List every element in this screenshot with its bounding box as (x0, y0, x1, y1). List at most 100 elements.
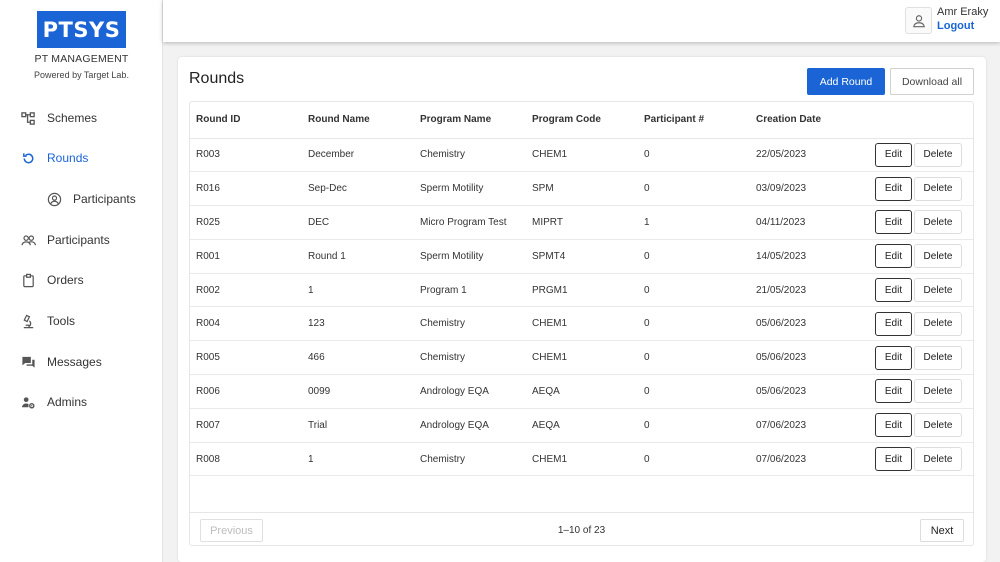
sidebar-item-admins[interactable]: Admins (0, 390, 163, 414)
table-cell: December (302, 138, 414, 173)
table-cell: 05/06/2023 (750, 340, 845, 376)
column-header[interactable]: Creation Date (750, 102, 845, 139)
table-row: R016 Sep-Dec Sperm Motility SPM 0 03/09/2023 E… (190, 171, 973, 207)
table-cell: 07/06/2023 (750, 408, 845, 443)
edit-button[interactable]: Edit (875, 311, 912, 336)
microscope-icon (21, 314, 36, 329)
edit-button[interactable]: Edit (875, 142, 912, 167)
table-cell: 0 (638, 273, 750, 308)
table-cell: R007 (190, 408, 302, 443)
chat-icon (21, 355, 36, 370)
delete-button[interactable]: Delete (914, 142, 962, 167)
sidebar-item-label: Rounds (47, 151, 89, 165)
table-cell: 14/05/2023 (750, 239, 845, 274)
group-icon (21, 233, 37, 248)
delete-button[interactable]: Delete (914, 379, 962, 404)
row-actions: Edit Delete (845, 205, 973, 240)
table-cell: Chemistry (414, 340, 526, 376)
edit-button[interactable]: Edit (875, 447, 912, 472)
sidebar-item-rounds[interactable]: Rounds (0, 146, 163, 170)
delete-button[interactable]: Delete (914, 278, 962, 303)
user-name: Amr Eraky (937, 6, 989, 18)
column-header[interactable]: Program Code (526, 102, 638, 139)
delete-button[interactable]: Delete (914, 413, 962, 438)
edit-button[interactable]: Edit (875, 244, 912, 269)
table-cell: 0 (638, 171, 750, 207)
edit-button[interactable]: Edit (875, 345, 912, 370)
table-cell: R003 (190, 138, 302, 173)
table-header-row: Round ID Round Name Program Name Program… (190, 102, 973, 139)
column-header[interactable]: Program Name (414, 102, 526, 139)
admin-gear-icon (21, 395, 36, 410)
sidebar-item-label: Messages (47, 355, 102, 369)
column-header[interactable]: Round ID (190, 102, 302, 139)
sidebar-item-label: Schemes (47, 111, 98, 125)
table-cell: SPMT4 (526, 239, 638, 274)
sidebar-item-schemes[interactable]: Schemes (0, 106, 163, 130)
rounds-table: Round ID Round Name Program Name Program… (190, 102, 973, 477)
rounds-table-container: Round ID Round Name Program Name Program… (189, 101, 974, 546)
table-cell: Sperm Motility (414, 239, 526, 274)
download-all-button[interactable]: Download all (890, 68, 974, 95)
table-cell: Micro Program Test (414, 205, 526, 240)
sidebar-item-label: Participants (47, 233, 110, 247)
table-cell: R016 (190, 171, 302, 207)
table-cell: SPM (526, 171, 638, 207)
table-cell: Sep-Dec (302, 171, 414, 207)
sidebar-item-participants[interactable]: Participants (0, 228, 163, 252)
row-actions: Edit Delete (845, 408, 973, 443)
edit-button[interactable]: Edit (875, 413, 912, 438)
table-cell: Program 1 (414, 273, 526, 308)
table-cell: 04/11/2023 (750, 205, 845, 240)
table-cell: R005 (190, 340, 302, 376)
table-cell: Sperm Motility (414, 171, 526, 207)
table-cell: 05/06/2023 (750, 306, 845, 342)
rounds-card: Rounds Add Round Download all Round ID R… (178, 57, 986, 562)
next-page-button[interactable]: Next (920, 519, 964, 542)
edit-button[interactable]: Edit (875, 278, 912, 303)
table-cell: 466 (302, 340, 414, 376)
edit-button[interactable]: Edit (875, 176, 912, 201)
column-header[interactable]: Round Name (302, 102, 414, 139)
delete-button[interactable]: Delete (914, 176, 962, 201)
user-avatar[interactable] (905, 7, 932, 34)
table-cell: 0 (638, 239, 750, 274)
sidebar-item-messages[interactable]: Messages (0, 350, 163, 374)
delete-button[interactable]: Delete (914, 447, 962, 472)
sidebar-item-orders[interactable]: Orders (0, 268, 163, 292)
delete-button[interactable]: Delete (914, 210, 962, 235)
delete-button[interactable]: Delete (914, 311, 962, 336)
table-cell: MIPRT (526, 205, 638, 240)
refresh-icon (21, 151, 36, 166)
add-round-button[interactable]: Add Round (807, 68, 885, 95)
table-cell: 0 (638, 138, 750, 173)
table-cell: AEQA (526, 408, 638, 443)
table-cell: 0099 (302, 374, 414, 409)
edit-button[interactable]: Edit (875, 379, 912, 404)
table-cell: AEQA (526, 374, 638, 409)
row-actions: Edit Delete (845, 340, 973, 376)
sidebar-item-participants-sub[interactable]: Participants (0, 187, 163, 211)
sidebar-item-tools[interactable]: Tools (0, 309, 163, 333)
column-header-actions (845, 102, 973, 139)
table-row: R006 0099 Andrology EQA AEQA 0 05/06/2023 Edit… (190, 374, 973, 409)
column-header[interactable]: Participant # (638, 102, 750, 139)
table-row: R025 DEC Micro Program Test MIPRT 1 04/11/202… (190, 205, 973, 240)
edit-button[interactable]: Edit (875, 210, 912, 235)
table-cell: 123 (302, 306, 414, 342)
row-actions: Edit Delete (845, 306, 973, 342)
delete-button[interactable]: Delete (914, 244, 962, 269)
table-cell: 0 (638, 340, 750, 376)
table-cell: CHEM1 (526, 138, 638, 173)
table-row: R004 123 Chemistry CHEM1 0 05/06/2023 Edit Dele… (190, 306, 973, 342)
table-cell: DEC (302, 205, 414, 240)
delete-button[interactable]: Delete (914, 345, 962, 370)
table-cell: Round 1 (302, 239, 414, 274)
hierarchy-icon (21, 111, 36, 126)
logout-link[interactable]: Logout (937, 20, 974, 32)
logo: PTSYS (37, 11, 126, 48)
table-cell: 22/05/2023 (750, 138, 845, 173)
table-row: R005 466 Chemistry CHEM1 0 05/06/2023 Edit Dele… (190, 340, 973, 376)
table-cell: R008 (190, 442, 302, 477)
sidebar-item-label: Tools (47, 314, 76, 328)
